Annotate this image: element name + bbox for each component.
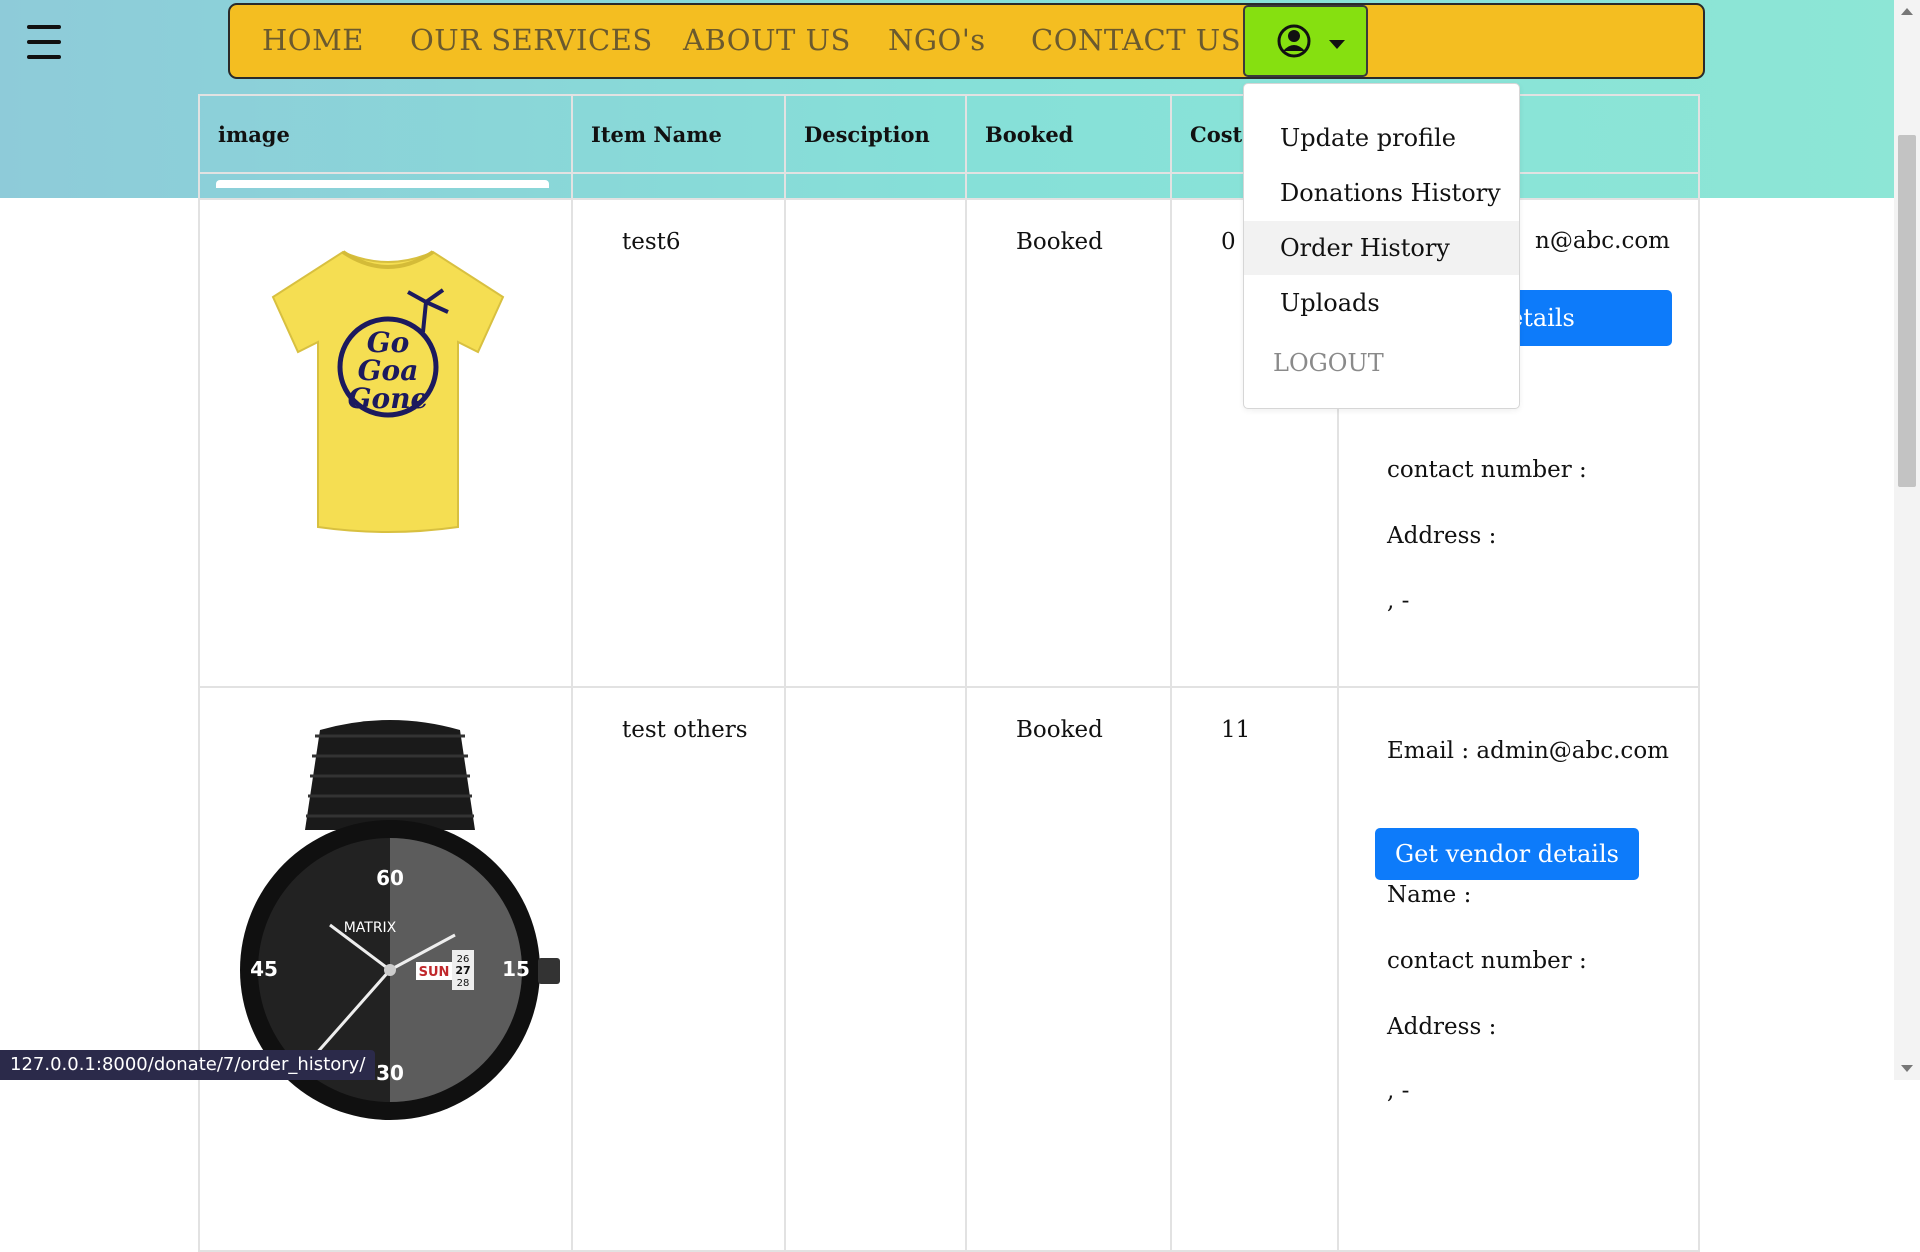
scrollbar-thumb[interactable] bbox=[1898, 135, 1916, 487]
item-cost: 11 bbox=[1221, 717, 1251, 743]
vendor-address-label: Address : bbox=[1387, 523, 1497, 549]
hamburger-menu-icon[interactable] bbox=[27, 25, 61, 59]
item-image-cell: Go Goa Gone bbox=[198, 198, 573, 688]
vendor-address-value: , - bbox=[1387, 588, 1410, 614]
item-booked: Booked bbox=[1016, 717, 1103, 743]
vertical-scrollbar[interactable] bbox=[1894, 0, 1920, 1080]
get-vendor-details-button[interactable]: Get vendor details bbox=[1375, 828, 1639, 880]
watch-minute-30: 30 bbox=[376, 1061, 404, 1085]
dropdown-order-history[interactable]: Order History bbox=[1244, 221, 1519, 275]
tshirt-print-word-3: Gone bbox=[348, 382, 429, 415]
navbar: HOME OUR SERVICES ABOUT US NGO's CONTACT… bbox=[228, 3, 1705, 79]
vendor-contact-label: contact number : bbox=[1387, 457, 1587, 483]
header-description: Desciption bbox=[784, 94, 967, 174]
item-description bbox=[784, 198, 967, 688]
vendor-address-value: , - bbox=[1387, 1078, 1410, 1104]
item-image-cell: 60 15 30 45 MATRIX SUN 26 27 28 bbox=[198, 686, 573, 1252]
watch-day: SUN bbox=[419, 965, 450, 980]
scroll-down-arrow-icon[interactable] bbox=[1901, 1065, 1913, 1072]
scroll-up-arrow-icon[interactable] bbox=[1901, 8, 1913, 15]
nav-home[interactable]: HOME bbox=[262, 23, 364, 57]
user-circle-icon bbox=[1277, 24, 1311, 58]
user-menu-button[interactable] bbox=[1243, 5, 1368, 77]
header-image: image bbox=[198, 94, 573, 174]
watch-brand: MATRIX bbox=[344, 920, 397, 936]
item-booked: Booked bbox=[1016, 229, 1103, 255]
user-dropdown-menu: Update profile Donations History Order H… bbox=[1243, 83, 1520, 409]
header-item-name: Item Name bbox=[571, 94, 786, 174]
watch-date-3: 28 bbox=[457, 978, 470, 989]
dropdown-donations-history[interactable]: Donations History bbox=[1244, 166, 1519, 220]
vendor-email: Email : admin@abc.com bbox=[1387, 738, 1669, 764]
watch-minute-45: 45 bbox=[250, 957, 278, 981]
nav-ngos[interactable]: NGO's bbox=[888, 23, 986, 57]
watch-minute-15: 15 bbox=[502, 957, 530, 981]
nav-about-us[interactable]: ABOUT US bbox=[683, 23, 851, 57]
table-row: 60 15 30 45 MATRIX SUN 26 27 28 test oth… bbox=[198, 686, 1700, 1252]
nav-contact-us[interactable]: CONTACT US bbox=[1031, 23, 1241, 57]
item-name: test others bbox=[622, 717, 748, 743]
vendor-contact-label: contact number : bbox=[1387, 948, 1587, 974]
nav-our-services[interactable]: OUR SERVICES bbox=[410, 23, 653, 57]
vendor-cell: Email : admin@abc.com Get vendor details… bbox=[1337, 686, 1700, 1252]
caret-down-icon bbox=[1329, 40, 1345, 49]
watch-date-2: 27 bbox=[455, 964, 470, 977]
dropdown-logout[interactable]: LOGOUT bbox=[1244, 336, 1519, 390]
yellow-tshirt-image: Go Goa Gone bbox=[271, 250, 505, 533]
dropdown-update-profile[interactable]: Update profile bbox=[1244, 111, 1519, 165]
dropdown-uploads[interactable]: Uploads bbox=[1244, 276, 1519, 330]
vendor-email-partial: n@abc.com bbox=[1535, 228, 1670, 254]
vendor-address-label: Address : bbox=[1387, 1014, 1497, 1040]
item-name: test6 bbox=[622, 229, 681, 255]
status-bar-url: 127.0.0.1:8000/donate/7/order_history/ bbox=[0, 1050, 376, 1080]
black-watch-image: 60 15 30 45 MATRIX SUN 26 27 28 bbox=[240, 720, 560, 1120]
vendor-name-label: Name : bbox=[1387, 882, 1472, 908]
header-booked: Booked bbox=[965, 94, 1172, 174]
item-description bbox=[784, 686, 967, 1252]
watch-minute-60: 60 bbox=[376, 866, 404, 890]
